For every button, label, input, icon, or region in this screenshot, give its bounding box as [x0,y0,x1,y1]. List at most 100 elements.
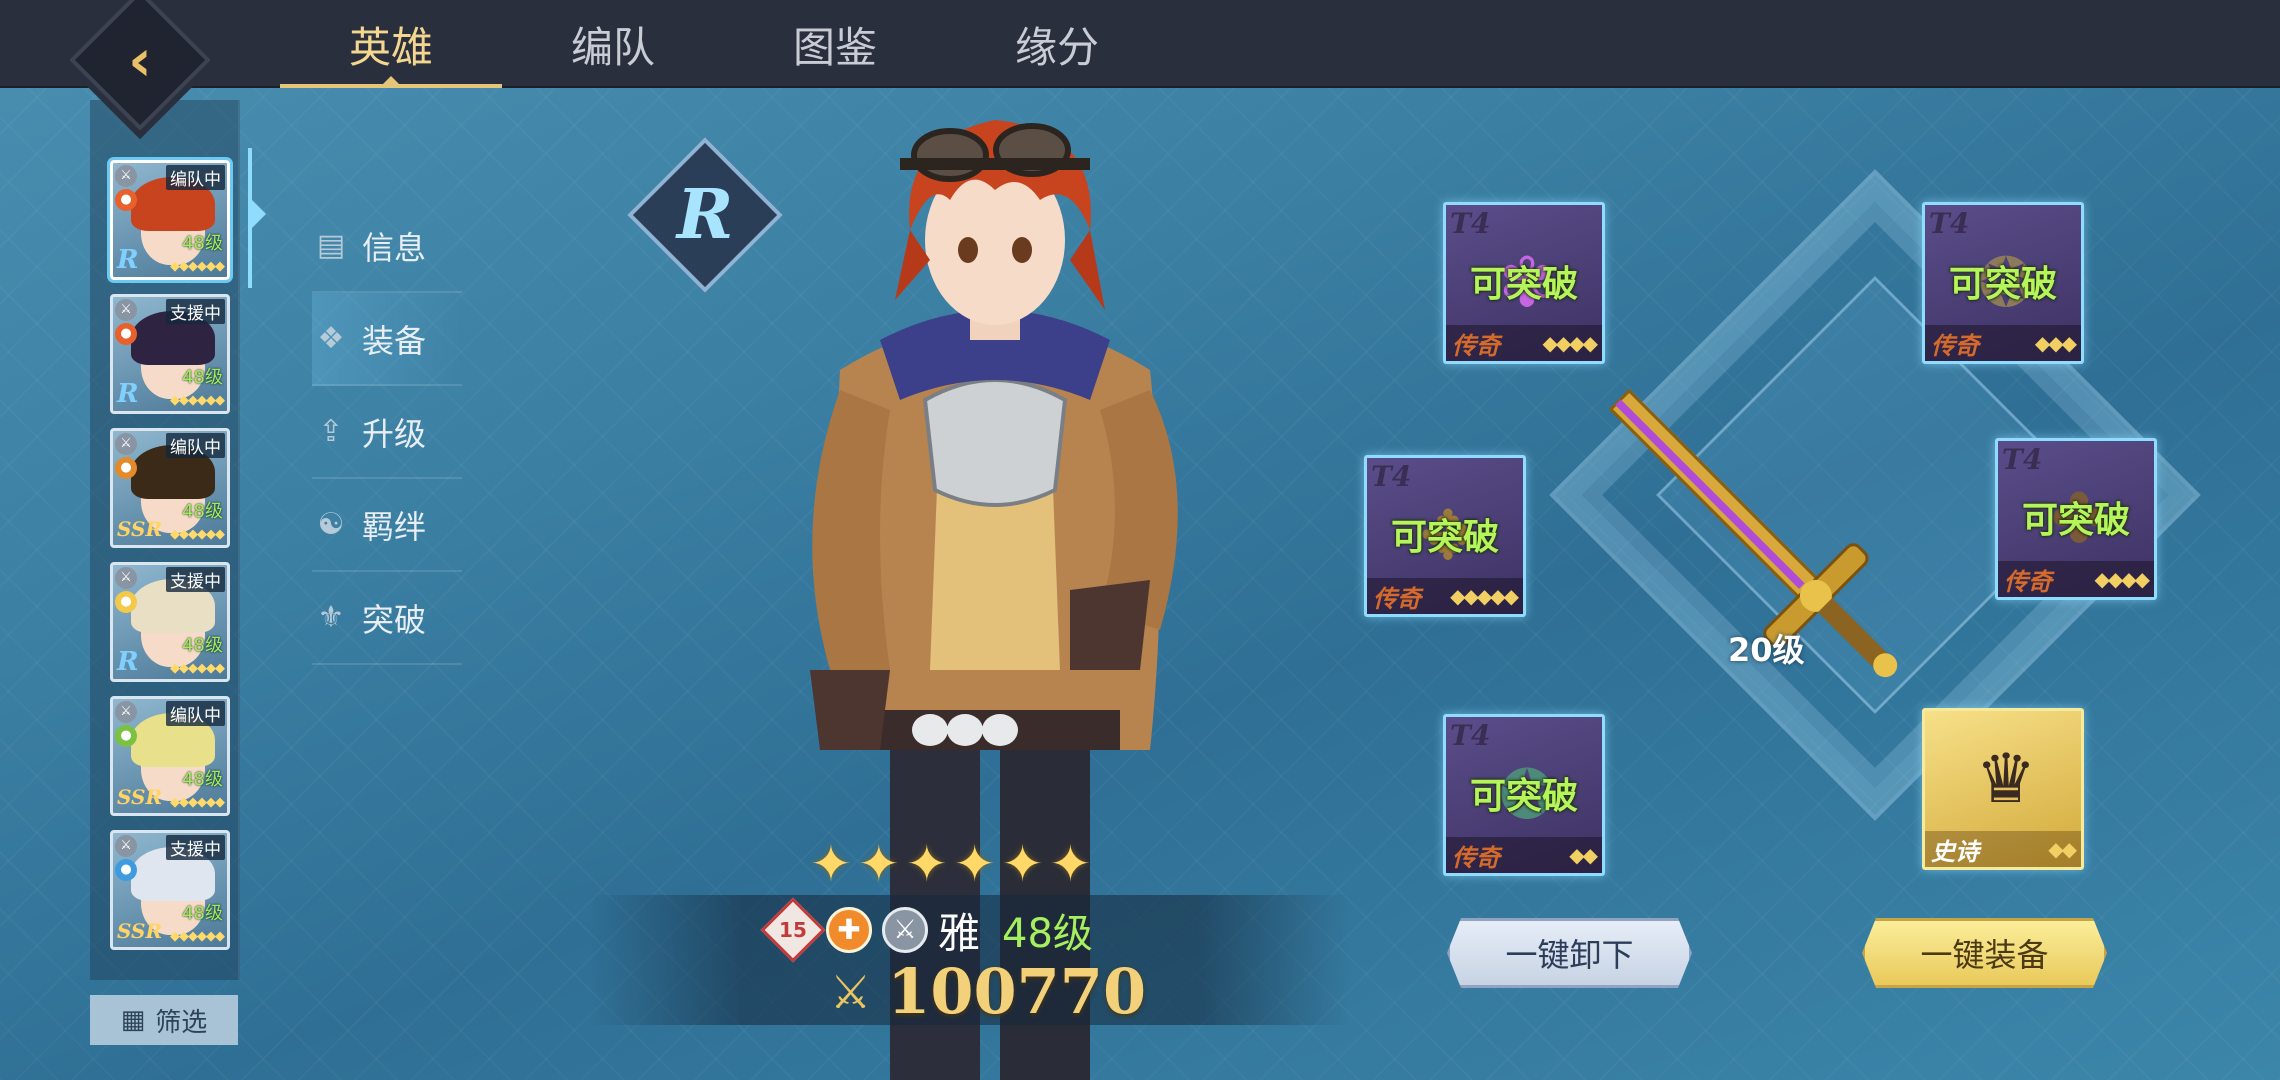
filter-label: 筛选 [155,1007,208,1038]
filter-button[interactable]: ▦ 筛选 [90,995,238,1045]
slot-quality: 传奇 [2004,567,2052,596]
back-button[interactable]: ‹ [60,0,220,131]
menu-item-equipment[interactable]: ❖ 装备 [312,293,462,386]
menu-item-label: 突破 [362,600,427,639]
earth-element-icon: ● [115,457,137,479]
hero-stars: ◆◆◆◆◆◆ [170,393,225,408]
equip-slot-top-left[interactable]: T4 ✾ 可突破 传奇 ◆◆◆◆ [1443,202,1605,364]
slot-quality: 传奇 [1452,843,1500,872]
hero-list-item[interactable]: ⚔ ● 编队中 48级 SSR ◆◆◆◆◆◆ [110,696,230,816]
slot-stars: ◆◆◆ [2034,331,2077,355]
hero-stars: ◆◆◆◆◆◆ [170,661,225,676]
sword-class-icon: ⚔ [882,907,928,953]
menu-item-info[interactable]: ▤ 信息 [312,200,462,293]
hero-stars: ✦ ✦ ✦ ✦ ✦ ✦ [810,835,1091,893]
menu-item-bond[interactable]: ☯ 羁绊 [312,479,462,572]
hero-icons: ⚔ ● [115,299,137,345]
hero-level: 48级 [182,501,223,522]
hero-rarity: R [117,245,139,275]
hero-list-item[interactable]: ⚔ ● 编队中 48级 R ◆◆◆◆◆◆ [110,160,230,280]
equipment-icon: ❖ [317,321,345,356]
slot-quality: 传奇 [1373,584,1421,613]
ring-icon: ♛ [1975,739,2037,819]
class-icon: ⚔ [115,299,137,321]
menu-item-label: 信息 [362,228,427,267]
menu-item-label: 升级 [362,414,427,453]
hero-list-item[interactable]: ⚔ ● 支援中 48级 R ◆◆◆◆◆◆ [110,294,230,414]
hero-list-item[interactable]: ⚔ ● 支援中 48级 SSR ◆◆◆◆◆◆ [110,830,230,950]
star-icon: ✦ [1001,835,1044,893]
hero-level: 48级 [182,367,223,388]
slot-stars: ◆◆◆◆ [2094,567,2150,591]
hero-rarity: R [117,647,139,677]
hero-list-item[interactable]: ⚔ ● 编队中 48级 SSR ◆◆◆◆◆◆ [110,428,230,548]
star-icon: ✦ [1049,835,1092,893]
slot-tier: T4 [1450,207,1491,240]
hero-rarity-text: R [676,174,734,255]
hero-stars: ◆◆◆◆◆◆ [170,259,225,274]
bond-icon: ☯ [317,507,345,542]
slot-status: 可突破 [1469,776,1578,817]
star-icon: ✦ [905,835,948,893]
equip-slot-bottom-right[interactable]: ♛ 史诗 ◆◆ [1922,708,2084,870]
star-icon: ✦ [810,835,852,893]
equip-slot-bottom-left[interactable]: T4 ✪ 可突破 传奇 ◆◆ [1443,714,1605,876]
fire-element-icon: ● [115,323,137,345]
water-element-icon: ● [115,859,137,881]
light-element-icon: ● [115,591,137,613]
slot-status: 可突破 [2021,500,2130,541]
unequip-all-button[interactable]: 一键卸下 [1447,918,1692,988]
upgrade-icon: ⇪ [318,414,344,449]
slot-status: 可突破 [1469,264,1578,305]
slot-tier: T4 [1371,460,1412,493]
tab-heroes[interactable]: 英雄 [280,0,502,88]
hero-level: 48级 [182,903,223,924]
hero-stars: ◆◆◆◆◆◆ [170,795,225,810]
tab-formation[interactable]: 编队 [502,0,724,88]
tab-codex[interactable]: 图鉴 [724,0,946,88]
hero-status-badge: 编队中 [166,701,225,726]
slot-footer: 传奇 ◆◆◆ [1925,325,2081,361]
top-bar: 英雄 编队 图鉴 缘分 [0,0,2280,88]
class-icon: ⚔ [115,567,137,589]
equip-slot-mid-left[interactable]: T4 ✥ 可突破 传奇 ◆◆◆◆◆ [1364,455,1526,617]
slot-footer: 传奇 ◆◆◆◆◆ [1367,578,1523,614]
menu-item-label: 羁绊 [362,507,427,546]
hero-icons: ⚔ ● [115,165,137,211]
slot-tier: T4 [2002,443,2043,476]
equip-slot-top-right[interactable]: T4 ❂ 可突破 传奇 ◆◆◆ [1922,202,2084,364]
slot-quality: 传奇 [1931,331,1979,360]
hero-status-badge: 编队中 [166,165,225,190]
hero-list-item[interactable]: ⚔ ● 支援中 48级 R ◆◆◆◆◆◆ [110,562,230,682]
main-tabs: 英雄 编队 图鉴 缘分 [280,0,1168,88]
slot-footer: 传奇 ◆◆ [1446,837,1602,873]
book-icon: ▤ [316,228,346,263]
hero-icons: ⚔ ● [115,433,137,479]
slot-stars: ◆◆ [1569,843,1598,867]
power-value: 100770 [887,955,1147,1028]
hero-rarity: SSR [117,785,163,809]
weapon-level: 20级 [1728,631,1805,669]
fire-element-icon: ● [115,189,137,211]
class-icon: ⚔ [115,165,137,187]
slot-footer: 传奇 ◆◆◆◆ [1998,561,2154,597]
menu-item-label: 装备 [362,321,427,360]
hero-level: 48级 [1002,911,1093,957]
grid-icon: ▦ [120,1005,146,1035]
tab-affinity[interactable]: 缘分 [946,0,1168,88]
slot-stars: ◆◆ [2048,837,2077,861]
hero-icons: ⚔ ● [115,835,137,881]
hero-rarity-badge: R [627,137,783,293]
star-icon: ✦ [857,835,900,893]
slot-tier: T4 [1450,719,1491,752]
equip-slot-mid-right[interactable]: T4 ✤ 可突破 传奇 ◆◆◆◆ [1995,438,2157,600]
menu-item-upgrade[interactable]: ⇪ 升级 [312,386,462,479]
menu-item-breakthrough[interactable]: ⚜ 突破 [312,572,462,665]
breakthrough-icon: ⚜ [317,600,345,635]
hero-level: 48级 [182,233,223,254]
hero-rarity: SSR [117,919,163,943]
slot-stars: ◆◆◆◆ [1542,331,1598,355]
combat-power: ⚔ 100770 [830,955,1146,1028]
hero-info-row: 15 ✚ ⚔ 雅 48级 [760,897,1093,963]
equip-all-button[interactable]: 一键装备 [1862,918,2107,988]
